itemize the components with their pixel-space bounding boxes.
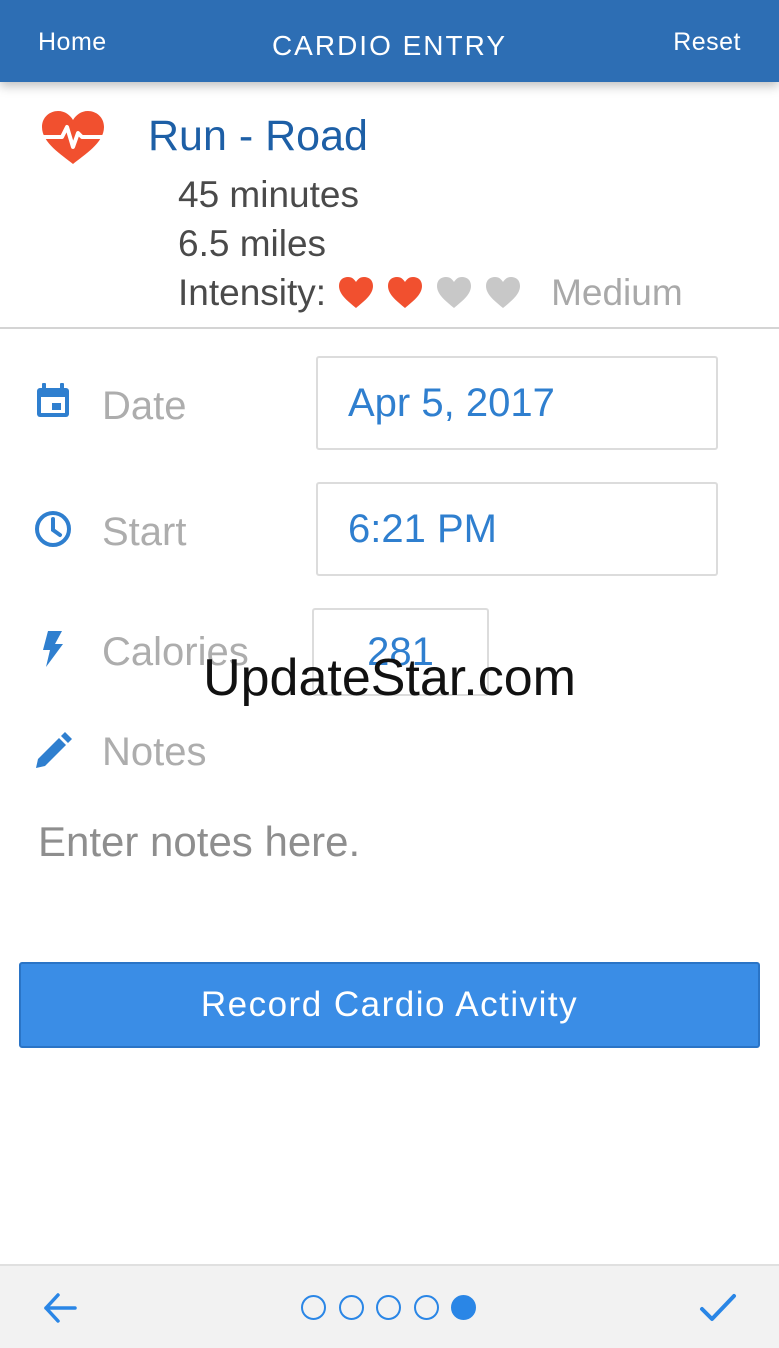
intensity-rating [338,276,534,310]
distance-text: 6.5 miles [178,223,327,264]
intensity-label: Intensity: [178,272,327,313]
calories-field[interactable]: 281 [312,608,489,696]
page-dot[interactable] [301,1295,326,1320]
record-cardio-button[interactable]: Record Cardio Activity [19,962,760,1048]
date-field[interactable]: Apr 5, 2017 [316,356,718,450]
start-label: Start [102,510,187,554]
date-label: Date [102,384,187,428]
page-dot[interactable] [451,1295,476,1320]
notes-input[interactable] [38,812,738,872]
heart-empty-icon [486,277,521,308]
activity-name: Run - Road [148,112,368,160]
intensity-level-text: Medium [551,272,683,313]
heart-filled-icon [388,277,423,308]
heart-empty-icon [437,277,472,308]
arrow-left-icon[interactable] [42,1290,78,1326]
top-app-bar: Home CARDIO ENTRY Reset [0,0,779,82]
page-title: CARDIO ENTRY [271,30,508,61]
bottom-nav-bar [0,1264,779,1348]
intensity-row: Intensity: Medium [178,272,683,314]
start-time-field[interactable]: 6:21 PM [316,482,718,576]
duration-text: 45 minutes [178,174,359,215]
clock-icon [35,511,71,547]
activity-summary: Run - Road 45 minutes 6.5 miles Intensit… [0,82,779,329]
page-dot[interactable] [376,1295,401,1320]
heart-pulse-icon [40,111,106,164]
notes-label: Notes [102,730,207,774]
heart-filled-icon [339,277,374,308]
lightning-icon [43,631,63,667]
page-indicator [301,1295,489,1320]
calendar-icon [37,383,69,417]
pencil-icon [36,732,72,768]
page-dot[interactable] [413,1295,439,1320]
reset-button[interactable]: Reset [673,28,741,57]
checkmark-icon[interactable] [699,1290,737,1326]
page-dot[interactable] [338,1295,364,1320]
calories-label: Calories [102,630,249,674]
